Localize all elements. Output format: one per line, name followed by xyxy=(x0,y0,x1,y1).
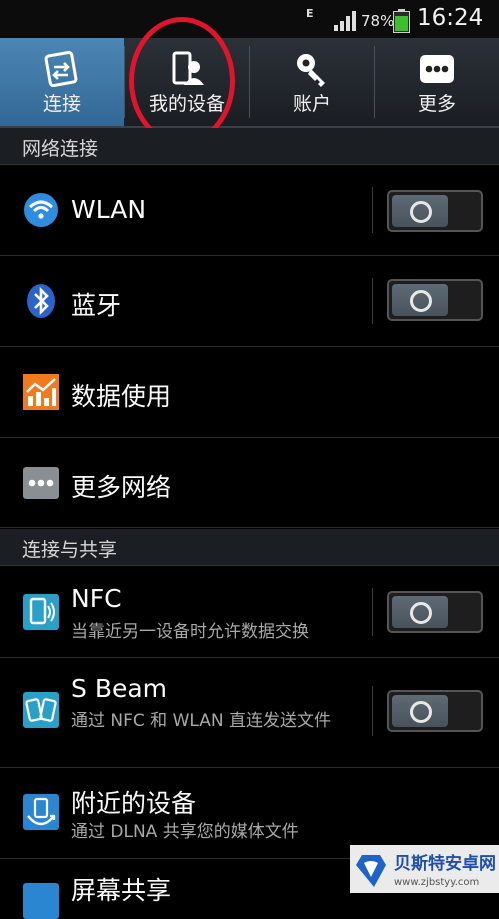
item-title: 蓝牙 xyxy=(71,291,122,320)
section-header-connect-share: 连接与共享 xyxy=(0,529,499,566)
nfc-toggle[interactable] xyxy=(387,591,483,633)
item-subtitle: 通过 NFC 和 WLAN 直连发送文件 xyxy=(71,711,331,731)
divider xyxy=(372,187,373,233)
battery-icon xyxy=(393,9,410,33)
settings-tab-bar: 连接 我的设备 账户 更多 xyxy=(0,38,499,128)
connections-icon xyxy=(44,51,78,88)
bluetooth-toggle[interactable] xyxy=(387,279,483,321)
data-usage-icon xyxy=(23,374,59,410)
tab-label: 账户 xyxy=(292,93,331,115)
watermark-logo: 贝斯特安卓网 www.zjbstyy.com xyxy=(350,845,499,893)
tab-more[interactable]: 更多 xyxy=(375,38,499,126)
s-beam-toggle[interactable] xyxy=(387,690,483,732)
tab-accounts[interactable]: 账户 xyxy=(250,38,374,126)
divider xyxy=(372,588,373,636)
toggle-knob xyxy=(392,195,448,227)
battery-percent: 78% xyxy=(361,12,395,30)
list-item-wlan[interactable]: WLAN xyxy=(0,165,499,256)
list-item-s-beam[interactable]: S Beam 通过 NFC 和 WLAN 直连发送文件 xyxy=(0,658,499,768)
nfc-icon xyxy=(23,594,59,630)
tab-label: 连接 xyxy=(42,93,81,115)
watermark-url: www.zjbstyy.com xyxy=(394,877,479,888)
annotation-circle xyxy=(129,17,235,145)
accounts-key-icon xyxy=(297,54,325,87)
item-title: 数据使用 xyxy=(71,382,172,411)
item-title: 更多网络 xyxy=(71,473,172,502)
list-item-nfc[interactable]: NFC 当靠近另一设备时允许数据交换 xyxy=(0,566,499,658)
divider xyxy=(372,686,373,736)
item-subtitle: 当靠近另一设备时允许数据交换 xyxy=(71,622,309,642)
signal-icon xyxy=(334,11,356,31)
more-networks-icon xyxy=(23,467,59,499)
list-item-data-usage[interactable]: 数据使用 xyxy=(0,347,499,438)
wifi-icon xyxy=(24,193,58,227)
tab-label: 更多 xyxy=(417,93,456,115)
network-type: E xyxy=(306,7,314,20)
screen-mirroring-icon xyxy=(23,883,59,919)
clock: 16:24 xyxy=(417,5,484,31)
item-title: S Beam xyxy=(71,674,168,703)
divider xyxy=(372,278,373,324)
section-header-network: 网络连接 xyxy=(0,128,499,165)
tab-connections[interactable]: 连接 xyxy=(0,38,124,126)
list-item-more-networks[interactable]: 更多网络 xyxy=(0,438,499,528)
s-beam-icon xyxy=(23,692,59,728)
toggle-knob xyxy=(392,596,448,628)
item-subtitle: 通过 DLNA 共享您的媒体文件 xyxy=(71,822,299,842)
status-bar: E 78% 16:24 xyxy=(0,0,499,38)
item-title: NFC xyxy=(71,584,122,613)
watermark-text: 贝斯特安卓网 xyxy=(394,853,496,874)
nearby-devices-icon xyxy=(23,794,59,830)
item-title: WLAN xyxy=(71,195,147,224)
bluetooth-icon xyxy=(27,284,55,318)
item-title: 屏幕共享 xyxy=(71,876,172,905)
item-title: 附近的设备 xyxy=(71,789,197,818)
more-dots-icon xyxy=(420,55,454,83)
toggle-knob xyxy=(392,284,448,316)
toggle-knob xyxy=(392,695,448,727)
wlan-toggle[interactable] xyxy=(387,190,483,232)
list-item-bluetooth[interactable]: 蓝牙 xyxy=(0,256,499,347)
